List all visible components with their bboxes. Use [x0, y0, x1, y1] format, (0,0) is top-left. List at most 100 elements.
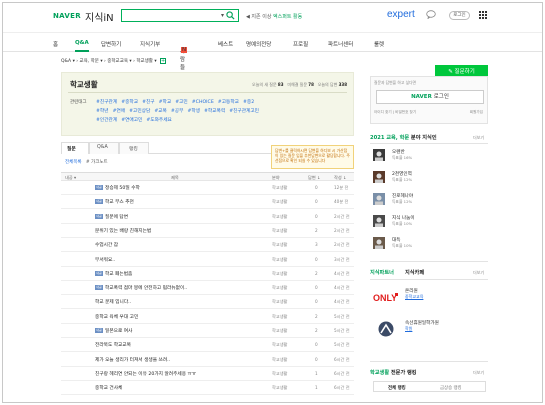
- join-link[interactable]: 회원가입: [470, 110, 483, 115]
- table-row[interactable]: 내공 학교 폐는법좀 학교생활 2 4시간 전: [61, 267, 354, 281]
- tab-ranking[interactable]: 랭킹: [129, 145, 138, 152]
- expert-item[interactable]: 대득 득표율 10%: [373, 237, 483, 255]
- table-row[interactable]: 무서워요.. 학교생활 0 3시간 전: [61, 253, 354, 267]
- question-title[interactable]: 전라북도 학교교복: [95, 342, 131, 348]
- tab-questions[interactable]: 질문: [67, 145, 76, 152]
- tag[interactable]: #인간관계: [96, 118, 117, 123]
- partner-item[interactable]: 속선휴원일학가원 학원: [373, 318, 483, 344]
- category-stats: 오늘의 새 질문 83 미해결 질문 78 오늘의 답변 338: [252, 82, 347, 88]
- service-logo[interactable]: 지식iN: [85, 9, 114, 24]
- tag[interactable]: #중학교: [121, 100, 138, 105]
- question-title[interactable]: 내공 학교 부스 추천: [95, 199, 134, 205]
- nav-profile[interactable]: 프로필: [293, 40, 308, 48]
- question-title[interactable]: 중학교 건사체: [95, 385, 122, 391]
- experts-more-link[interactable]: 더보기: [473, 135, 484, 141]
- nav-best[interactable]: 베스트: [218, 40, 233, 48]
- table-row[interactable]: 학교 문제 입니다.. 학교생활 0 4시간 전: [61, 295, 354, 310]
- chevron-down-icon[interactable]: ▾: [221, 12, 224, 19]
- tag[interactable]: #친구: [142, 100, 155, 105]
- expert-item[interactable]: 2천영인역 득표율 12%: [373, 171, 483, 189]
- tag[interactable]: #학교폭력: [204, 109, 225, 114]
- nav-hall-of-fame[interactable]: 명예의전당: [246, 40, 271, 48]
- nav-qna[interactable]: Q&A: [75, 40, 89, 52]
- naver-logo[interactable]: NAVER: [53, 12, 81, 20]
- search-input[interactable]: ▾: [121, 9, 239, 22]
- table-row[interactable]: 내공 일본으로 여사 학교생활 2 5시간 전: [61, 324, 354, 338]
- expert-item[interactable]: 지식 나눔이 득표율 10%: [373, 215, 483, 233]
- expert-link[interactable]: expert: [387, 9, 415, 20]
- apps-grid-icon[interactable]: [479, 11, 487, 19]
- question-title[interactable]: 내공 정승제 50일 수학: [95, 185, 140, 191]
- question-title[interactable]: 중학교 육체 우대 고민: [95, 314, 138, 320]
- breadcrumb-school-life[interactable]: 학교생활: [136, 59, 153, 64]
- tag[interactable]: #고민: [175, 100, 188, 105]
- partner-item[interactable]: ONLY 온리원 중학교교육: [373, 286, 483, 312]
- table-row[interactable]: 내공 정승제 50일 수학 학교생활 0 12분 전: [61, 181, 354, 195]
- table-row[interactable]: 전라북도 학교교복 학교생활 0 5시간 전: [61, 338, 354, 353]
- nav-donate[interactable]: 지식기부: [140, 40, 160, 48]
- nav-home[interactable]: 홈: [53, 40, 58, 48]
- tag[interactable]: #친구관계고민: [229, 109, 259, 114]
- question-title[interactable]: 내공 일본으로 여사: [95, 328, 132, 334]
- tag[interactable]: #교복: [154, 109, 167, 114]
- table-row[interactable]: 분위기 있는 배랑 친해지는법 학교생활 2 2시간 전: [61, 224, 354, 238]
- rank-more-link[interactable]: 더보기: [473, 370, 484, 376]
- rank-tab-all[interactable]: 전체 랭킹: [388, 385, 406, 391]
- tag[interactable]: #연애고민: [121, 118, 142, 123]
- nav-roulette[interactable]: 룰렛: [374, 40, 384, 48]
- nav-answer[interactable]: 답변하기: [101, 40, 121, 48]
- login-button[interactable]: 로그인: [449, 11, 470, 20]
- tag[interactable]: #CHOICE: [192, 100, 214, 105]
- rank-tab-rising[interactable]: 금상승 랭킹: [440, 385, 462, 391]
- table-row[interactable]: 친구랑 헤리연 안되는 이유 20가지 알려주세용 ㅠㅠ 학교생활 1 6시간 …: [61, 367, 354, 381]
- tag[interactable]: #학년: [96, 109, 109, 114]
- expert-notice[interactable]: ◀ 지존 이상 엑스퍼트 활동: [246, 13, 302, 20]
- add-favorite-icon[interactable]: +: [160, 58, 167, 64]
- partner-tab-knowledge[interactable]: 지식파트너: [370, 269, 394, 276]
- expert-item[interactable]: 진로헤나야 득표율 12%: [373, 193, 483, 211]
- question-title[interactable]: 제가 오늘 생리가 터져서 생생을 쓰려..: [95, 357, 170, 363]
- filter-all[interactable]: 전체목록: [65, 160, 82, 165]
- naver-login-button[interactable]: NAVER 로그인: [376, 90, 484, 104]
- table-row[interactable]: 수업시간 잠 학교생활 3 2시간 전: [61, 238, 354, 253]
- table-row[interactable]: 내공 학교 부스 추천 학교생활 0 40분 전: [61, 195, 354, 210]
- question-title[interactable]: 분위기 있는 배랑 친해지는법: [95, 228, 151, 234]
- naver-login-label: 로그인: [433, 94, 449, 100]
- table-row[interactable]: 내공 질문에 답변 학교생활 0 2시간 전: [61, 210, 354, 224]
- question-title[interactable]: 친구랑 헤리연 안되는 이유 20가지 알려주세용 ㅠㅠ: [95, 371, 196, 377]
- tag[interactable]: #공부: [171, 109, 184, 114]
- table-row[interactable]: 중학교 육체 우대 고민 학교생활 2 5시간 전: [61, 310, 354, 324]
- tag[interactable]: #학교: [159, 100, 172, 105]
- tag[interactable]: #고민상담: [129, 109, 150, 114]
- question-title[interactable]: 수업시간 잠: [95, 242, 118, 248]
- partners-more-link[interactable]: 더보기: [473, 270, 484, 276]
- chat-icon[interactable]: [426, 10, 436, 19]
- stat-value-new: 83: [277, 82, 284, 87]
- partner-tab-cafe[interactable]: 지식카페: [405, 269, 424, 276]
- question-title[interactable]: 학교 문제 입니다..: [95, 299, 131, 305]
- breadcrumb-education[interactable]: 교육, 학문: [80, 59, 99, 64]
- expert-item[interactable]: 오렌반 득표율 16%: [373, 149, 483, 167]
- tag[interactable]: #고등학교: [218, 100, 239, 105]
- table-row[interactable]: 내공 학교폭력 점마 붕에 안전하고 펌라뉴없이.. 학교생활 0 4시간 전: [61, 281, 354, 296]
- question-title[interactable]: 내공 학교 폐는법좀: [95, 270, 132, 277]
- partner-category[interactable]: 학원: [405, 326, 412, 332]
- question-title[interactable]: 내공 학교폭력 점마 붕에 안전하고 펌라뉴없이..: [95, 285, 187, 291]
- partner-category[interactable]: 중학교교육: [405, 294, 423, 300]
- search-icon[interactable]: [226, 11, 235, 20]
- tag[interactable]: #중2: [243, 100, 254, 105]
- table-row[interactable]: 제가 오늘 생리가 터져서 생생을 쓰려.. 학교생활 0 6시간 전: [61, 353, 354, 367]
- breadcrumb-middle-school[interactable]: 중학교교육: [107, 59, 128, 64]
- nav-partner-center[interactable]: 파트너센터: [328, 40, 353, 48]
- breadcrumb-qna[interactable]: Q&A: [61, 59, 71, 64]
- tag[interactable]: #도와주세요: [146, 118, 172, 123]
- find-account-links[interactable]: 아이디 찾기 | 비밀번호 찾기: [374, 110, 416, 115]
- tab-qna[interactable]: Q&A: [97, 145, 108, 150]
- question-title[interactable]: 무서워요..: [95, 257, 115, 263]
- tag[interactable]: #연애: [113, 109, 126, 114]
- tag[interactable]: #학생: [187, 109, 200, 114]
- table-row[interactable]: 중학교 건사체 학교생활 1 6시간 전: [61, 381, 354, 396]
- question-title[interactable]: 내공 질문에 답변: [95, 213, 128, 220]
- tag[interactable]: #친구관계: [96, 100, 117, 105]
- filter-hot[interactable]: # 가크노트: [86, 160, 108, 165]
